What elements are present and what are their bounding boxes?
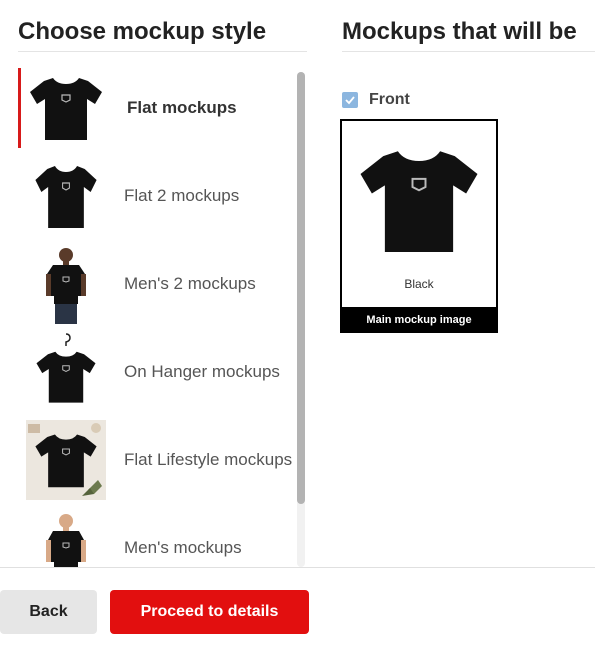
mockup-color-label: Black xyxy=(404,277,434,291)
choose-style-title: Choose mockup style xyxy=(18,18,267,45)
style-item-flat[interactable]: Flat mockups xyxy=(18,68,300,148)
checkmark-icon xyxy=(345,96,355,105)
style-item-mens-2[interactable]: Men's 2 mockups xyxy=(18,244,300,324)
tshirt-lifestyle-icon xyxy=(26,420,106,500)
back-button[interactable]: Back xyxy=(0,590,97,634)
mockups-preview-title: Mockups that will be xyxy=(342,18,577,45)
style-item-mens[interactable]: Men's mockups xyxy=(18,508,300,567)
tshirt-mockup-image xyxy=(354,135,484,265)
right-title-divider xyxy=(342,51,595,52)
man-wearing-tshirt-icon xyxy=(46,248,86,324)
tshirt-flat-icon xyxy=(26,68,106,148)
style-item-label: Flat Lifestyle mockups xyxy=(124,450,293,469)
style-item-label: Flat mockups xyxy=(127,98,237,117)
style-item-flat-lifestyle[interactable]: Flat Lifestyle mockups xyxy=(18,420,300,500)
style-item-on-hanger[interactable]: On Hanger mockups xyxy=(18,332,300,412)
style-item-label: Men's 2 mockups xyxy=(124,274,256,293)
style-item-flat-2[interactable]: Flat 2 mockups xyxy=(18,156,300,236)
front-checkbox[interactable] xyxy=(342,92,358,108)
front-label: Front xyxy=(369,91,410,108)
main-mockup-caption: Main mockup image xyxy=(342,307,496,331)
left-title-divider xyxy=(18,51,307,52)
style-list-scrollbar-thumb[interactable] xyxy=(297,72,305,504)
mockup-style-list[interactable]: Flat mockups Flat 2 mockups Men's 2 mock… xyxy=(18,68,300,567)
tshirt-flat-icon xyxy=(26,156,106,236)
style-item-label: On Hanger mockups xyxy=(124,362,280,381)
footer-divider xyxy=(0,567,595,568)
proceed-to-details-button[interactable]: Proceed to details xyxy=(110,590,309,634)
tshirt-hanger-icon xyxy=(26,333,106,412)
style-item-label: Men's mockups xyxy=(124,538,242,557)
mockup-card-front[interactable]: Black Main mockup image xyxy=(340,119,498,333)
man-wearing-tshirt-icon xyxy=(46,514,86,567)
style-item-label: Flat 2 mockups xyxy=(124,186,240,205)
